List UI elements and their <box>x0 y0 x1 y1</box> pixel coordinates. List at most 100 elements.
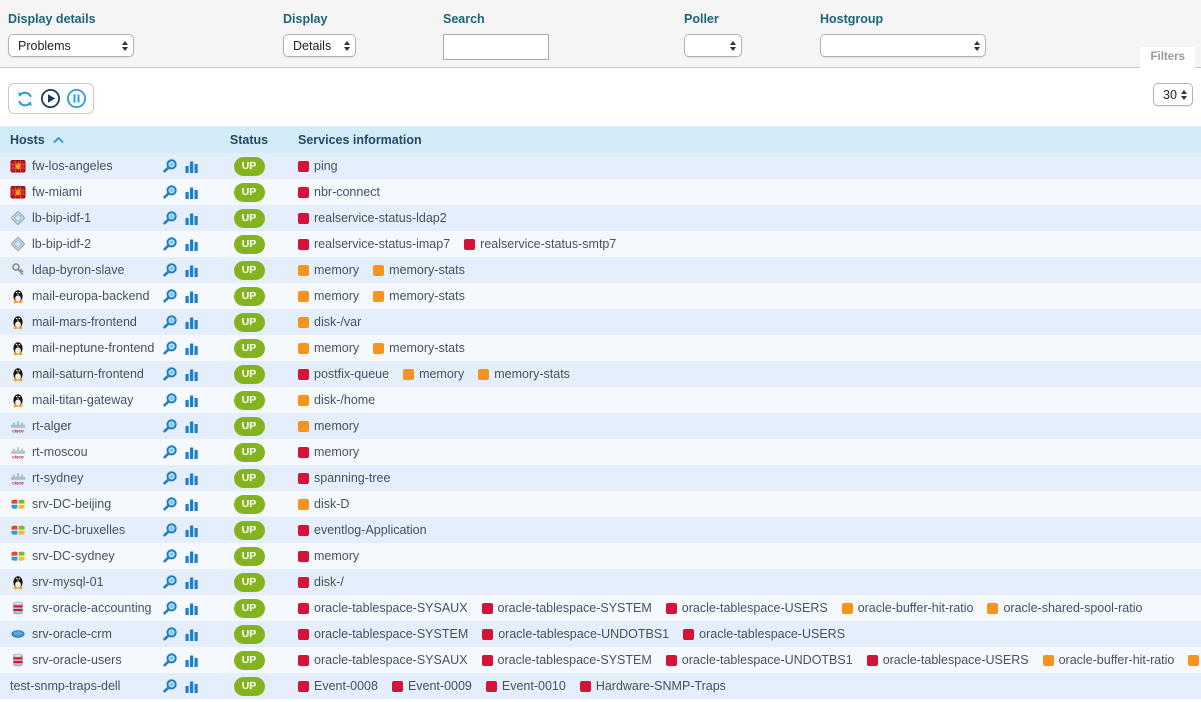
chart-icon[interactable] <box>185 523 199 538</box>
service-link[interactable]: oracle-shared-spool-ratio <box>1188 653 1201 667</box>
service-link[interactable]: oracle-tablespace-SYSTEM <box>298 627 468 641</box>
host-name[interactable]: rt-alger <box>32 419 72 433</box>
host-name[interactable]: fw-los-angeles <box>32 159 113 173</box>
magnifier-icon[interactable] <box>162 340 178 356</box>
service-link[interactable]: memory <box>298 289 359 303</box>
host-name[interactable]: srv-oracle-crm <box>32 627 112 641</box>
service-link[interactable]: eventlog-Application <box>298 523 427 537</box>
hostgroup-select[interactable] <box>820 34 986 57</box>
service-link[interactable]: memory-stats <box>373 289 465 303</box>
chart-icon[interactable] <box>185 549 199 564</box>
service-link[interactable]: disk-/var <box>298 315 361 329</box>
service-link[interactable]: oracle-buffer-hit-ratio <box>1043 653 1175 667</box>
service-link[interactable]: Hardware-SNMP-Traps <box>580 679 726 693</box>
poller-select[interactable] <box>684 34 742 57</box>
service-link[interactable]: memory-stats <box>478 367 570 381</box>
magnifier-icon[interactable] <box>162 652 178 668</box>
service-link[interactable]: oracle-buffer-hit-ratio <box>842 601 974 615</box>
service-link[interactable]: oracle-shared-spool-ratio <box>987 601 1142 615</box>
chart-icon[interactable] <box>185 341 199 356</box>
host-name[interactable]: mail-saturn-frontend <box>32 367 144 381</box>
host-name[interactable]: srv-DC-beijing <box>32 497 111 511</box>
service-link[interactable]: memory-stats <box>373 263 465 277</box>
magnifier-icon[interactable] <box>162 236 178 252</box>
service-link[interactable]: oracle-tablespace-USERS <box>683 627 845 641</box>
chart-icon[interactable] <box>185 263 199 278</box>
chart-icon[interactable] <box>185 653 199 668</box>
magnifier-icon[interactable] <box>162 288 178 304</box>
column-header-services[interactable]: Services information <box>283 133 1201 147</box>
service-link[interactable]: oracle-tablespace-SYSAUX <box>298 653 468 667</box>
chart-icon[interactable] <box>185 419 199 434</box>
service-link[interactable]: oracle-tablespace-SYSAUX <box>298 601 468 615</box>
host-name[interactable]: mail-europa-backend <box>32 289 149 303</box>
host-name[interactable]: lb-bip-idf-2 <box>32 237 91 251</box>
chart-icon[interactable] <box>185 601 199 616</box>
magnifier-icon[interactable] <box>162 392 178 408</box>
column-header-hosts[interactable]: Hosts <box>0 133 215 147</box>
play-icon[interactable] <box>40 88 61 109</box>
magnifier-icon[interactable] <box>162 496 178 512</box>
host-name[interactable]: srv-mysql-01 <box>32 575 104 589</box>
page-size-select[interactable]: 30 <box>1153 83 1193 106</box>
chart-icon[interactable] <box>185 367 199 382</box>
magnifier-icon[interactable] <box>162 158 178 174</box>
magnifier-icon[interactable] <box>162 548 178 564</box>
service-link[interactable]: disk-D <box>298 497 349 511</box>
magnifier-icon[interactable] <box>162 626 178 642</box>
service-link[interactable]: memory <box>403 367 464 381</box>
host-name[interactable]: mail-mars-frontend <box>32 315 137 329</box>
chart-icon[interactable] <box>185 315 199 330</box>
magnifier-icon[interactable] <box>162 184 178 200</box>
magnifier-icon[interactable] <box>162 262 178 278</box>
host-name[interactable]: ldap-byron-slave <box>32 263 124 277</box>
host-name[interactable]: test-snmp-traps-dell <box>10 679 120 693</box>
chart-icon[interactable] <box>185 627 199 642</box>
chart-icon[interactable] <box>185 445 199 460</box>
host-name[interactable]: mail-titan-gateway <box>32 393 133 407</box>
service-link[interactable]: Event-0009 <box>392 679 472 693</box>
magnifier-icon[interactable] <box>162 444 178 460</box>
service-link[interactable]: Event-0008 <box>298 679 378 693</box>
host-name[interactable]: srv-oracle-accounting <box>32 601 152 615</box>
service-link[interactable]: memory <box>298 419 359 433</box>
service-link[interactable]: oracle-tablespace-SYSTEM <box>482 601 652 615</box>
display-details-select[interactable]: Problems <box>8 34 134 57</box>
service-link[interactable]: Event-0010 <box>486 679 566 693</box>
service-link[interactable]: memory <box>298 549 359 563</box>
host-name[interactable]: srv-oracle-users <box>32 653 122 667</box>
chart-icon[interactable] <box>185 471 199 486</box>
host-name[interactable]: mail-neptune-frontend <box>32 341 154 355</box>
chart-icon[interactable] <box>185 185 199 200</box>
service-link[interactable]: oracle-tablespace-SYSTEM <box>482 653 652 667</box>
chart-icon[interactable] <box>185 237 199 252</box>
service-link[interactable]: nbr-connect <box>298 185 380 199</box>
search-input[interactable] <box>443 34 549 60</box>
magnifier-icon[interactable] <box>162 574 178 590</box>
service-link[interactable]: memory <box>298 263 359 277</box>
service-link[interactable]: ping <box>298 159 338 173</box>
chart-icon[interactable] <box>185 393 199 408</box>
service-link[interactable]: realservice-status-ldap2 <box>298 211 447 225</box>
service-link[interactable]: oracle-tablespace-UNDOTBS1 <box>482 627 669 641</box>
display-select[interactable]: Details <box>283 34 356 57</box>
service-link[interactable]: disk-/ <box>298 575 344 589</box>
magnifier-icon[interactable] <box>162 600 178 616</box>
magnifier-icon[interactable] <box>162 522 178 538</box>
service-link[interactable]: realservice-status-smtp7 <box>464 237 616 251</box>
column-header-status[interactable]: Status <box>215 133 283 147</box>
host-name[interactable]: srv-DC-sydney <box>32 549 115 563</box>
chart-icon[interactable] <box>185 159 199 174</box>
magnifier-icon[interactable] <box>162 418 178 434</box>
chart-icon[interactable] <box>185 211 199 226</box>
magnifier-icon[interactable] <box>162 210 178 226</box>
magnifier-icon[interactable] <box>162 678 178 694</box>
service-link[interactable]: memory <box>298 445 359 459</box>
service-link[interactable]: realservice-status-imap7 <box>298 237 450 251</box>
service-link[interactable]: spanning-tree <box>298 471 390 485</box>
magnifier-icon[interactable] <box>162 366 178 382</box>
service-link[interactable]: oracle-tablespace-USERS <box>867 653 1029 667</box>
service-link[interactable]: memory <box>298 341 359 355</box>
chart-icon[interactable] <box>185 679 199 694</box>
service-link[interactable]: oracle-tablespace-USERS <box>666 601 828 615</box>
